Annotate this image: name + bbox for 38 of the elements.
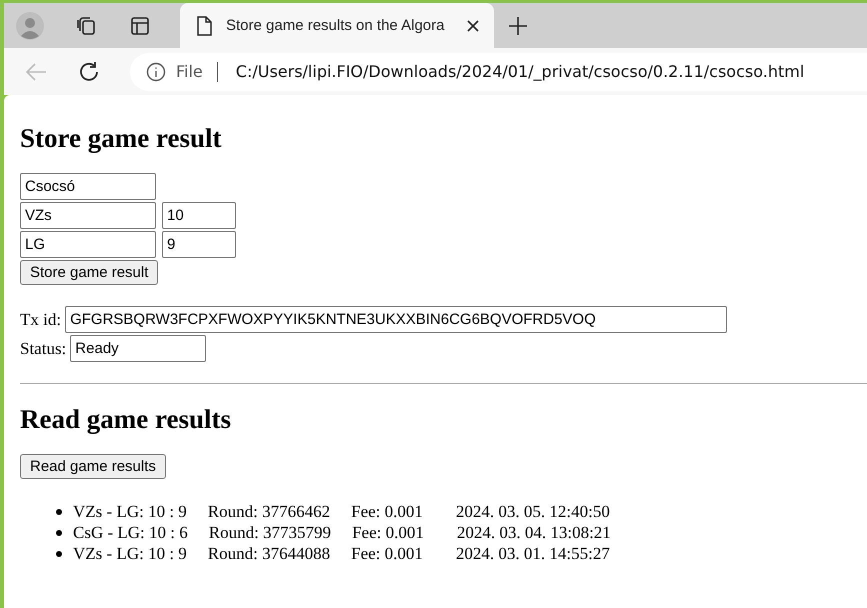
- round-text: Round: 37766462: [208, 501, 330, 522]
- score-field[interactable]: 10: [162, 202, 236, 229]
- match-score: VZs - LG: 10 : 9: [73, 543, 187, 564]
- store-button[interactable]: Store game result: [20, 260, 158, 285]
- round-text: Round: 37735799: [208, 522, 332, 543]
- section-heading: Read game results: [20, 404, 232, 435]
- date-text: 2024. 03. 04. 13:08:21: [456, 522, 611, 543]
- score-field[interactable]: 9: [162, 231, 236, 258]
- player-field[interactable]: VZs: [20, 202, 156, 229]
- url-text: C:/Users/lipi.FIO/Downloads/2024/01/_privat/csocso/0.2.11/csocso.html: [236, 62, 804, 81]
- close-icon[interactable]: [466, 18, 480, 32]
- tx-id-field[interactable]: GFGRSBQRW3FCPXFWOXPYYIK5KNTNE3UKXXBIN6CG6BQVOFRD5VOQ: [65, 306, 728, 333]
- new-tab-icon[interactable]: [508, 16, 528, 36]
- fee-text: Fee: 0.001: [351, 501, 423, 522]
- read-button[interactable]: Read game results: [20, 454, 166, 479]
- bullet-icon: [56, 508, 62, 514]
- refresh-icon[interactable]: [78, 60, 100, 82]
- date-text: 2024. 03. 05. 12:40:50: [456, 501, 610, 522]
- tab-title: Store game results on the Algora: [226, 17, 446, 34]
- address-bar[interactable]: File C:/Users/lipi.FIO/Downloads/2024/01/_privat/csocso/0.2.11/csocso.html: [130, 52, 867, 90]
- fee-text: Fee: 0.001: [351, 543, 423, 564]
- scheme-label: File: [176, 62, 203, 81]
- fee-text: Fee: 0.001: [352, 522, 424, 543]
- section-heading: Store game result: [20, 123, 222, 154]
- browser-tab[interactable]: Store game results on the Algora: [180, 3, 494, 48]
- game-field[interactable]: Csocsó: [20, 173, 156, 200]
- date-text: 2024. 03. 01. 14:55:27: [456, 543, 610, 564]
- match-score: CsG - LG: 10 : 6: [73, 522, 188, 543]
- round-text: Round: 37644088: [208, 543, 330, 564]
- player-field[interactable]: LG: [20, 231, 156, 258]
- match-score: VZs - LG: 10 : 9: [73, 501, 187, 522]
- status-label: Status:: [20, 338, 66, 358]
- bullet-icon: [56, 550, 62, 556]
- info-icon: [146, 62, 166, 82]
- status-field[interactable]: Ready: [70, 335, 206, 362]
- tx-id-label: Tx id:: [20, 310, 62, 330]
- bullet-icon: [56, 530, 62, 536]
- page-icon: [196, 16, 212, 36]
